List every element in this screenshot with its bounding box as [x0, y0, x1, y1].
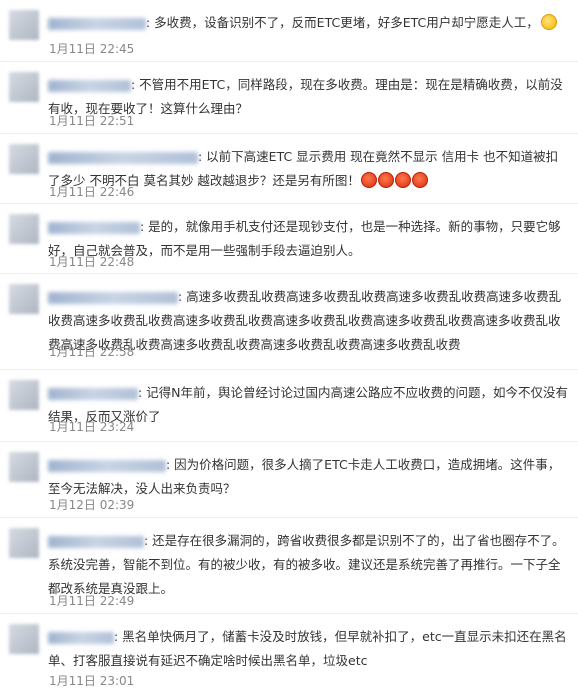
avatar[interactable] [9, 528, 39, 558]
shy-face-icon [540, 14, 557, 30]
comment-time: 1月12日 02:39 [49, 498, 135, 512]
comment-time: 1月11日 22:46 [49, 185, 135, 199]
avatar[interactable] [9, 380, 39, 410]
comment-time: 1月11日 22:45 [49, 42, 135, 56]
username[interactable] [48, 291, 178, 304]
comment-time: 1月11日 22:49 [49, 594, 135, 608]
comment-item: : 是的，就像用手机支付还是现钞支付，也是一种选择。新的事物，只要它够好，自己就… [0, 204, 578, 274]
avatar[interactable] [9, 72, 39, 102]
comment-time: 1月11日 22:48 [49, 255, 135, 269]
username[interactable] [48, 387, 138, 400]
username[interactable] [48, 79, 131, 92]
comment-time: 1月11日 23:01 [49, 674, 135, 688]
username[interactable] [48, 535, 144, 548]
comment-text: : 黑名单快俩月了，储蓄卡没及时放钱，但早就补扣了，etc一直显示未扣还在黑名单… [48, 629, 567, 668]
avatar[interactable] [9, 624, 39, 654]
comment-feed: : 多收费，设备识别不了，反而ETC更堵，好多ETC用户却宁愿走人工， 1月11… [0, 0, 578, 694]
angry-face-icon [360, 172, 377, 188]
username[interactable] [48, 221, 140, 234]
comment-item: : 因为价格问题，很多人摘了ETC卡走人工收费口，造成拥堵。这件事，至今无法解决… [0, 442, 578, 518]
comment-content: : 还是存在很多漏洞的，跨省收费很多都是识别不了的，出了省也圈存不了。系统没完善… [48, 529, 570, 601]
comment-text: : 多收费，设备识别不了，反而ETC更堵，好多ETC用户却宁愿走人工， [146, 15, 539, 30]
comment-item: : 多收费，设备识别不了，反而ETC更堵，好多ETC用户却宁愿走人工， 1月11… [0, 0, 578, 62]
username[interactable] [48, 459, 166, 472]
comment-content: : 多收费，设备识别不了，反而ETC更堵，好多ETC用户却宁愿走人工， [48, 11, 570, 35]
avatar[interactable] [9, 10, 39, 40]
comment-time: 1月11日 23:24 [49, 420, 135, 434]
comment-content: : 黑名单快俩月了，储蓄卡没及时放钱，但早就补扣了，etc一直显示未扣还在黑名单… [48, 625, 570, 673]
username[interactable] [48, 17, 146, 30]
comment-item: : 记得N年前，舆论曾经讨论过国内高速公路应不应收费的问题，如今不仅没有结果，反… [0, 370, 578, 442]
comment-item: : 还是存在很多漏洞的，跨省收费很多都是识别不了的，出了省也圈存不了。系统没完善… [0, 518, 578, 614]
comment-time: 1月11日 22:51 [49, 114, 135, 128]
comment-item: : 黑名单快俩月了，储蓄卡没及时放钱，但早就补扣了，etc一直显示未扣还在黑名单… [0, 614, 578, 694]
avatar[interactable] [9, 452, 39, 482]
comment-item: : 不管用不用ETC，同样路段，现在多收费。理由是：现在是精确收费，以前没有收，… [0, 62, 578, 134]
angry-face-icon [411, 172, 428, 188]
avatar[interactable] [9, 284, 39, 314]
angry-face-icon [377, 172, 394, 188]
comment-content: : 因为价格问题，很多人摘了ETC卡走人工收费口，造成拥堵。这件事，至今无法解决… [48, 453, 570, 501]
comment-item: : 高速多收费乱收费高速多收费乱收费高速多收费乱收费高速多收费乱收费高速多收费乱… [0, 274, 578, 370]
avatar[interactable] [9, 214, 39, 244]
comment-item: : 以前下高速ETC 显示费用 现在竟然不显示 信用卡 也不知道被扣了多少 不明… [0, 134, 578, 204]
username[interactable] [48, 151, 198, 164]
comment-time: 1月11日 22:58 [49, 345, 135, 359]
angry-face-icon [394, 172, 411, 188]
username[interactable] [48, 631, 114, 644]
avatar[interactable] [9, 144, 39, 174]
